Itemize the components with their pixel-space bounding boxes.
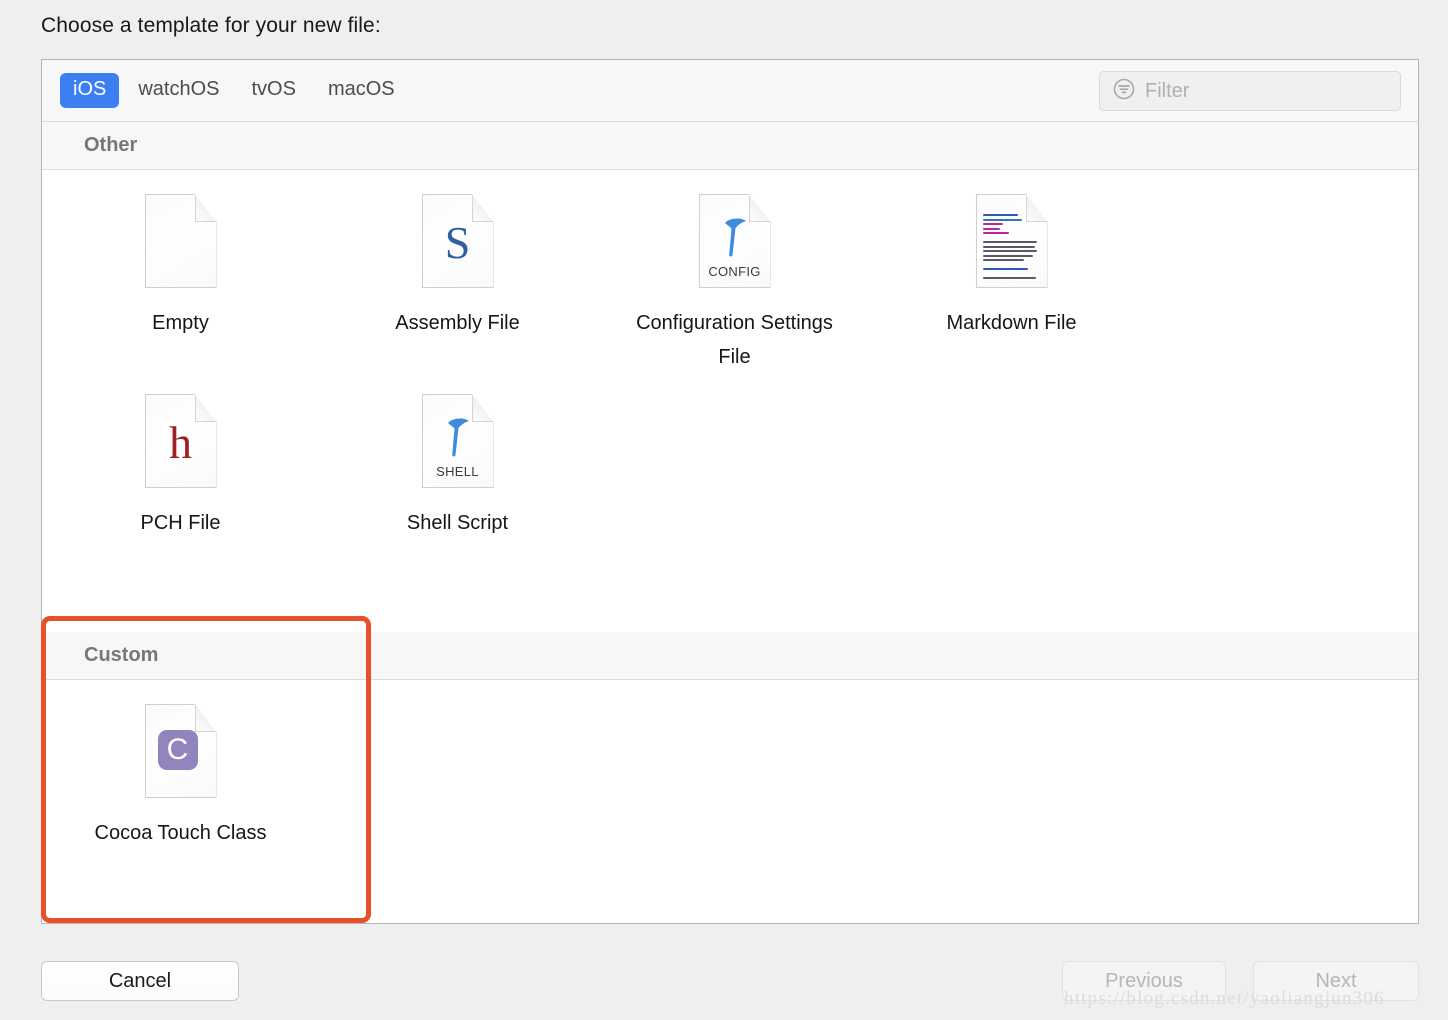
tab-ios[interactable]: iOS [60, 73, 120, 108]
config-settings-file-icon: CONFIG [698, 194, 771, 288]
hammer-icon [438, 414, 478, 463]
cocoa-touch-class-icon: C [144, 704, 217, 798]
shell-sub-label: SHELL [436, 464, 479, 479]
filter-field[interactable]: Filter [1099, 71, 1401, 111]
filter-icon [1112, 77, 1136, 106]
pch-file-icon: h [144, 394, 217, 488]
template-item-configuration-settings-file[interactable]: CONFIG Configuration Settings File [596, 188, 873, 388]
section-header-label: Custom [84, 644, 159, 666]
template-item-label: Configuration Settings File [636, 312, 833, 368]
page-title: Choose a template for your new file: [41, 14, 381, 37]
platform-toolbar: iOS watchOS tvOS macOS Filter [42, 60, 1418, 122]
pch-glyph: h [169, 417, 192, 468]
hammer-icon [715, 214, 755, 263]
assembly-file-icon: S [421, 194, 494, 288]
section-header-custom: Custom [42, 632, 1418, 680]
watermark-text: https://blog.csdn.net/yaoliangjun306 [1064, 988, 1385, 1009]
blank-page-icon [144, 194, 217, 288]
filter-placeholder: Filter [1145, 79, 1190, 102]
assembly-glyph: S [444, 217, 471, 268]
platform-tabs: iOS watchOS tvOS macOS [60, 73, 408, 108]
template-grid-other: Empty S Assembly File CONFIG Configurati… [42, 170, 1418, 632]
tab-tvos[interactable]: tvOS [239, 73, 309, 108]
template-chooser-panel: iOS watchOS tvOS macOS Filter Other Empt… [41, 59, 1419, 924]
markdown-file-icon [975, 194, 1048, 288]
template-item-label: Shell Script [406, 512, 509, 534]
shell-script-icon: SHELL [421, 394, 494, 488]
template-grid-custom: C Cocoa Touch Class [42, 680, 1418, 920]
template-item-assembly-file[interactable]: S Assembly File [319, 188, 596, 388]
section-header-label: Other [84, 134, 138, 156]
markdown-text-preview [982, 206, 1040, 280]
template-item-shell-script[interactable]: SHELL Shell Script [319, 388, 596, 554]
template-item-cocoa-touch-class[interactable]: C Cocoa Touch Class [42, 698, 319, 864]
template-item-label: Cocoa Touch Class [94, 822, 267, 844]
tab-macos[interactable]: macOS [315, 73, 408, 108]
template-item-markdown-file[interactable]: Markdown File [873, 188, 1150, 388]
template-item-label: Empty [152, 312, 209, 334]
cancel-button[interactable]: Cancel [41, 961, 239, 1001]
tab-watchos[interactable]: watchOS [125, 73, 232, 108]
section-header-other: Other [42, 122, 1418, 170]
template-item-pch-file[interactable]: h PCH File [42, 388, 319, 554]
template-item-label: Assembly File [395, 312, 520, 334]
config-sub-label: CONFIG [708, 264, 761, 279]
template-item-label: Markdown File [946, 312, 1077, 334]
template-item-empty[interactable]: Empty [42, 188, 319, 388]
template-item-label: PCH File [140, 512, 221, 534]
cocoa-glyph: C [157, 730, 198, 770]
